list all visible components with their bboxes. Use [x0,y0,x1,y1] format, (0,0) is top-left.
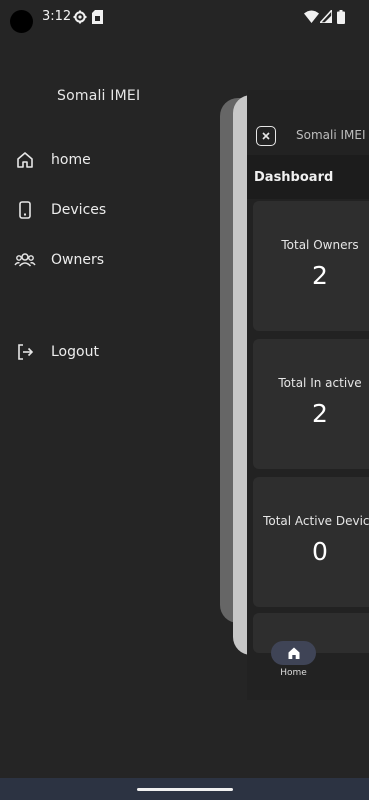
drawer-item-label: Devices [51,202,107,218]
stat-label: Total In active [278,376,362,390]
sim-card-icon [92,10,103,24]
drawer-title: Somali IMEI [57,88,141,104]
drawer-item-devices[interactable]: Devices [14,198,106,222]
wifi-icon [304,10,319,23]
stat-value: 0 [312,537,328,566]
status-time: 3:12 [42,9,72,24]
camera-cutout [10,10,33,33]
drawer-item-owners[interactable]: Owners [14,248,104,272]
battery-icon [337,10,345,24]
home-icon [288,647,299,659]
stat-value: 2 [312,261,328,290]
app-title: Somali IMEI [296,128,366,142]
stat-card-total-owners[interactable]: Total Owners 2 [253,201,369,331]
close-drawer-button[interactable] [256,126,276,146]
stat-card-total-inactive[interactable]: Total In active 2 [253,339,369,469]
page-title: Dashboard [254,170,334,185]
close-icon [262,132,270,140]
drawer-item-label: home [51,152,91,168]
stat-label: Total Owners [281,238,359,252]
logout-icon [14,341,36,363]
stat-card-total-active-device[interactable]: Total Active Device 0 [253,477,369,607]
main-screen-panel[interactable]: Somali IMEI Dashboard Total Owners 2 Tot… [247,90,369,700]
home-icon [14,149,36,171]
cell-signal-icon [320,10,332,23]
stat-value: 2 [312,399,328,428]
drawer-item-label: Logout [51,344,99,360]
dashboard-header: Dashboard [247,155,369,199]
group-icon [14,249,36,271]
drawer-item-label: Owners [51,252,105,268]
settings-gear-icon [73,10,87,24]
gesture-handle[interactable] [137,788,233,791]
stat-label: Total Active Device [263,514,369,528]
bottom-nav-home[interactable] [271,641,316,665]
status-bar: 3:12 [0,0,369,36]
bottom-nav-home-label: Home [280,668,307,678]
phone-icon [14,199,36,221]
app-bar: Somali IMEI [247,120,369,154]
gesture-nav-area [0,778,369,800]
drawer-item-logout[interactable]: Logout [14,340,99,364]
drawer-item-home[interactable]: home [14,148,91,172]
